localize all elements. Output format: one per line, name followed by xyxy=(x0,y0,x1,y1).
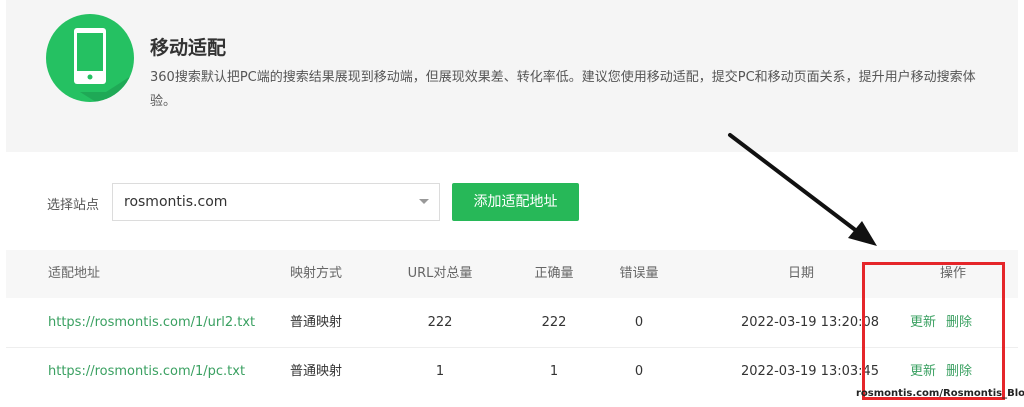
watermark: rosmontis.com/Rosmontis_Blog xyxy=(856,388,1024,399)
highlight-box xyxy=(862,262,1005,400)
